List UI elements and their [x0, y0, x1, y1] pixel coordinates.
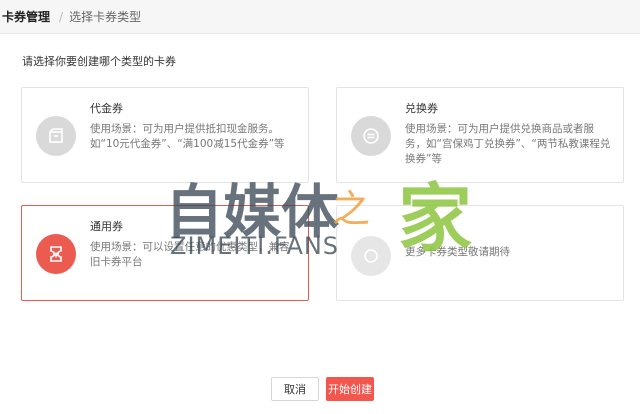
cancel-button[interactable]: 取消	[271, 377, 319, 401]
card-description: 使用场景：可为用户提供兑换商品或者服务，如“宫保鸡丁兑换券”、“两节私教课程兑换…	[405, 123, 611, 165]
card-description: 使用场景：可以设置任意的优惠类型，兼容旧卡券平台	[90, 241, 290, 268]
card-general[interactable]: 通用券 使用场景：可以设置任意的优惠类型，兼容旧卡券平台	[21, 205, 309, 301]
start-create-button[interactable]: 开始创建	[326, 377, 374, 401]
breadcrumb-separator: /	[59, 9, 64, 24]
card-exchange[interactable]: 兑换券 使用场景：可为用户提供兑换商品或者服务，如“宫保鸡丁兑换券”、“两节私教…	[336, 87, 624, 183]
card-more-coming: 更多卡券类型敬请期待	[336, 205, 624, 301]
card-title: 代金券	[90, 102, 123, 115]
breadcrumb-current: 选择卡券类型	[69, 10, 142, 24]
more-icon	[351, 236, 391, 276]
card-title: 通用券	[90, 220, 123, 233]
breadcrumb: 卡券管理 / 选择卡券类型	[0, 0, 640, 34]
card-description: 更多卡券类型敬请期待	[405, 246, 510, 258]
box-icon	[36, 116, 76, 156]
breadcrumb-root[interactable]: 卡券管理	[2, 8, 50, 25]
card-voucher[interactable]: 代金券 使用场景：可为用户提供抵扣现金服务。如“10元代金券”、“满100减15…	[21, 87, 309, 183]
ticket-icon	[36, 234, 76, 274]
page-prompt: 请选择你要创建哪个类型的卡券	[22, 55, 176, 68]
exchange-icon	[351, 116, 391, 156]
card-description: 使用场景：可为用户提供抵扣现金服务。如“10元代金券”、“满100减15代金券”…	[90, 123, 285, 150]
card-title: 兑换券	[405, 102, 438, 115]
